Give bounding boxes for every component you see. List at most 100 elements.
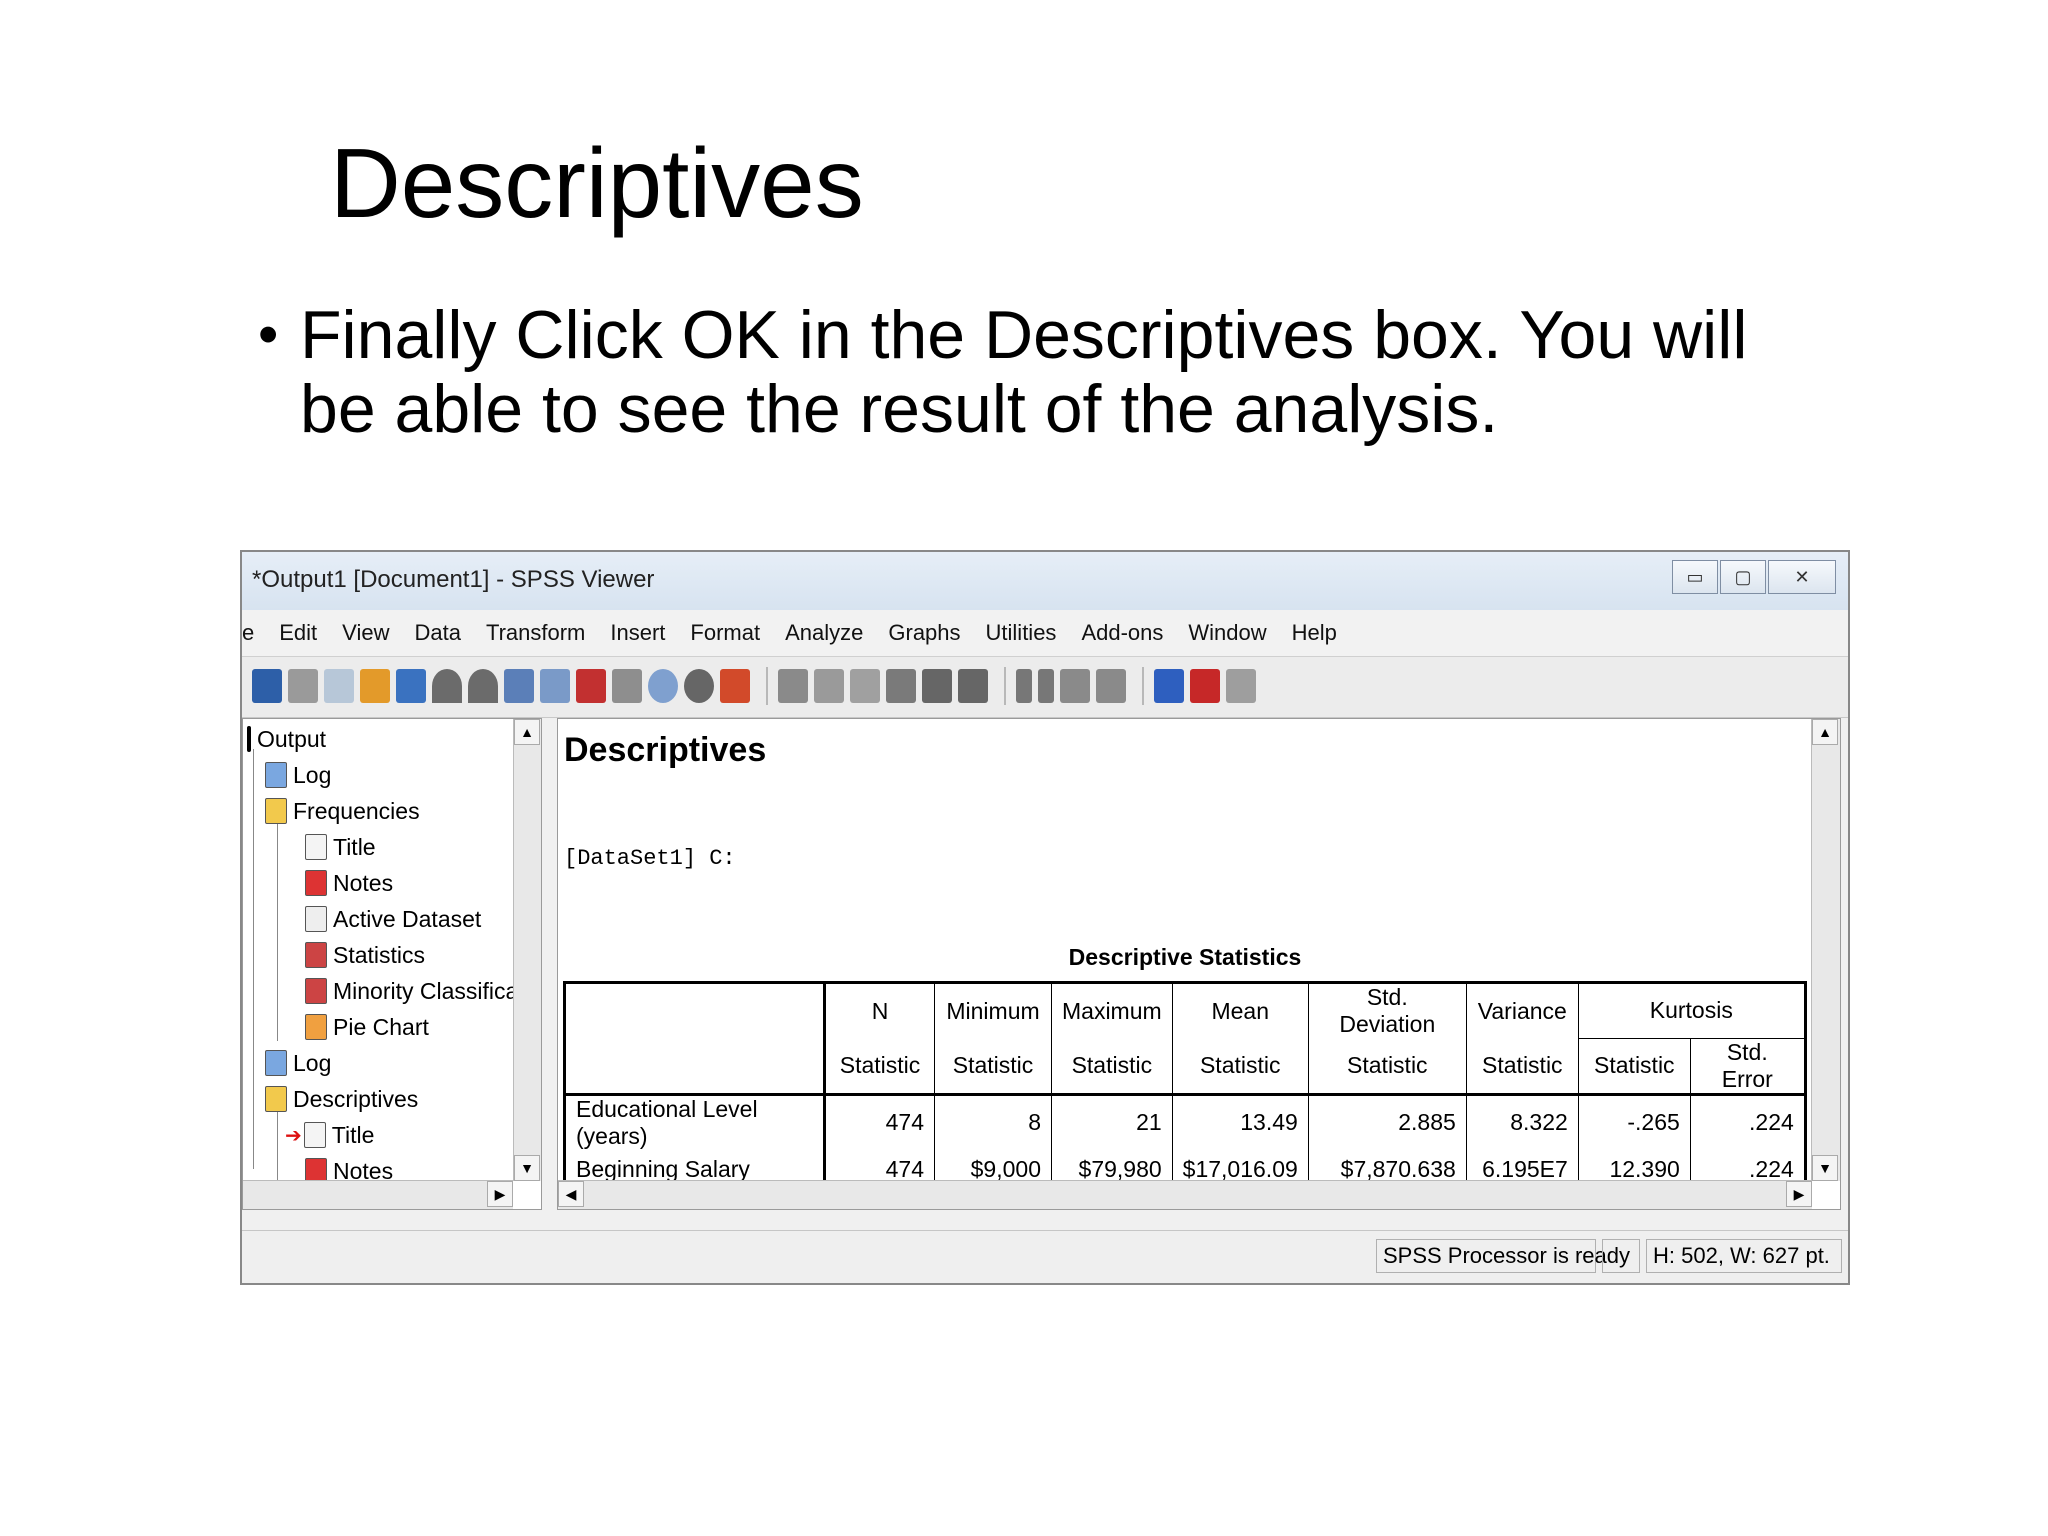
menu-utilities[interactable]: Utilities	[986, 620, 1057, 646]
menu-format[interactable]: Format	[690, 620, 760, 646]
table-cell: 474	[824, 1094, 935, 1150]
minimize-button[interactable]: ▭	[1672, 560, 1718, 594]
tree-item-notes[interactable]: Notes	[305, 865, 393, 901]
scroll-right-icon[interactable]: ▶	[487, 1181, 513, 1207]
subheader-cell: Statistic	[1172, 1038, 1309, 1094]
designate-window-icon[interactable]	[720, 669, 750, 703]
log-icon	[265, 1050, 287, 1076]
tree-item-label: Output	[257, 725, 327, 752]
subheader-cell: Statistic	[824, 1038, 935, 1094]
tree-item-title[interactable]: Title	[305, 829, 376, 865]
print-icon[interactable]	[288, 669, 318, 703]
insert-heading-icon[interactable]	[1154, 669, 1184, 703]
scroll-down-icon[interactable]: ▼	[514, 1155, 540, 1181]
outline-horizontal-scrollbar[interactable]: ▶	[243, 1180, 513, 1209]
table-cell: 13.49	[1172, 1094, 1309, 1150]
demote-icon[interactable]	[958, 669, 988, 703]
spss-viewer-window: *Output1 [Document1] - SPSS Viewer ▭ ▢ ✕…	[240, 550, 1850, 1285]
table-cell: 2.885	[1308, 1094, 1467, 1150]
tree-item-label: Notes	[333, 869, 394, 896]
hide-icon[interactable]	[1038, 669, 1054, 703]
scroll-left-icon[interactable]: ◀	[558, 1181, 584, 1207]
menu-help[interactable]: Help	[1292, 620, 1337, 646]
tree-item-descriptives[interactable]: Descriptives	[265, 1081, 418, 1117]
tree-connector	[277, 819, 278, 1041]
title-icon	[305, 834, 327, 860]
redo-icon[interactable]	[468, 669, 498, 703]
insert-output-icon[interactable]	[850, 669, 880, 703]
tree-item-pie-chart[interactable]: Pie Chart	[305, 1009, 429, 1045]
promote-icon[interactable]	[922, 669, 952, 703]
subheader-cell: Statistic	[1051, 1038, 1173, 1094]
menu-window[interactable]: Window	[1188, 620, 1266, 646]
recall-dialog-icon[interactable]	[396, 669, 426, 703]
table-header-row: N Minimum Maximum Mean Std. Deviation Va…	[563, 982, 1807, 1039]
tree-item-label: Minority Classification	[333, 977, 542, 1004]
scroll-up-icon[interactable]: ▲	[514, 719, 540, 745]
print-preview-icon[interactable]	[324, 669, 354, 703]
menu-transform[interactable]: Transform	[486, 620, 585, 646]
export-icon[interactable]	[360, 669, 390, 703]
menu-addons[interactable]: Add-ons	[1081, 620, 1163, 646]
show-details-icon[interactable]	[1060, 669, 1090, 703]
insert-text-icon[interactable]	[1226, 669, 1256, 703]
menu-file[interactable]: e	[242, 620, 254, 646]
title-bar[interactable]: *Output1 [Document1] - SPSS Viewer ▭ ▢ ✕	[242, 552, 1848, 611]
menu-view[interactable]: View	[342, 620, 389, 646]
menu-insert[interactable]: Insert	[610, 620, 665, 646]
expand-icon[interactable]	[886, 669, 916, 703]
scroll-right-icon[interactable]: ▶	[1786, 1181, 1812, 1207]
status-bar: SPSS Processor is ready H: 502, W: 627 p…	[242, 1230, 1848, 1283]
menu-graphs[interactable]: Graphs	[888, 620, 960, 646]
maximize-button[interactable]: ▢	[1720, 560, 1766, 594]
outline-pane: Output Log Frequencies Title Notes Activ…	[242, 718, 542, 1210]
select-last-output-icon[interactable]	[778, 669, 808, 703]
filter-icon[interactable]	[814, 669, 844, 703]
menu-data[interactable]: Data	[414, 620, 460, 646]
use-sets-icon[interactable]	[648, 669, 678, 703]
bullet-dot-icon: •	[258, 302, 279, 367]
menu-bar: e Edit View Data Transform Insert Format…	[242, 610, 1848, 656]
variables-icon[interactable]	[612, 669, 642, 703]
show-all-icon[interactable]	[684, 669, 714, 703]
col-header-maximum: Maximum	[1051, 982, 1173, 1038]
content-horizontal-scrollbar[interactable]: ◀ ▶	[558, 1180, 1812, 1209]
save-icon[interactable]	[252, 669, 282, 703]
descriptive-statistics-table[interactable]: N Minimum Maximum Mean Std. Deviation Va…	[563, 981, 1807, 1209]
goto-case-icon[interactable]	[540, 669, 570, 703]
dataset-icon	[305, 906, 327, 932]
tree-item-log[interactable]: Log	[265, 757, 331, 793]
tree-item-label: Descriptives	[293, 1085, 419, 1112]
chart-icon	[305, 1014, 327, 1040]
menu-edit[interactable]: Edit	[279, 620, 317, 646]
tree-item-label: Statistics	[333, 941, 426, 968]
show-icon[interactable]	[1016, 669, 1032, 703]
tree-item-title-selected[interactable]: ➔ Title	[285, 1117, 374, 1153]
scroll-down-icon[interactable]: ▼	[1812, 1155, 1838, 1181]
hide-details-icon[interactable]	[1096, 669, 1126, 703]
table-cell: .224	[1690, 1094, 1807, 1150]
tree-item-log[interactable]: Log	[265, 1045, 331, 1081]
tree-item-active-dataset[interactable]: Active Dataset	[305, 901, 481, 937]
tree-item-frequencies[interactable]: Frequencies	[265, 793, 420, 829]
toolbar-separator	[766, 667, 768, 705]
menu-analyze[interactable]: Analyze	[785, 620, 863, 646]
col-header-variance: Variance	[1466, 982, 1579, 1038]
goto-variable-icon[interactable]	[576, 669, 606, 703]
outline-vertical-scrollbar[interactable]: ▲ ▼	[513, 719, 541, 1181]
tree-item-output[interactable]: Output	[247, 721, 326, 757]
subheader-cell: Statistic	[934, 1038, 1052, 1094]
content-vertical-scrollbar[interactable]: ▲ ▼	[1811, 719, 1840, 1181]
undo-icon[interactable]	[432, 669, 462, 703]
tree-item-statistics[interactable]: Statistics	[305, 937, 425, 973]
procedure-icon	[265, 1086, 287, 1112]
table-title: Descriptive Statistics	[1068, 944, 1302, 970]
insert-title-icon[interactable]	[1190, 669, 1220, 703]
status-empty-cell	[1602, 1239, 1640, 1273]
col-header-mean: Mean	[1172, 982, 1309, 1038]
goto-data-icon[interactable]	[504, 669, 534, 703]
tree-item-minority-classification[interactable]: Minority Classification	[305, 973, 542, 1009]
output-content-pane: Descriptives [DataSet1] C: Descriptive S…	[557, 718, 1841, 1210]
close-button[interactable]: ✕	[1768, 560, 1836, 594]
scroll-up-icon[interactable]: ▲	[1812, 719, 1838, 745]
